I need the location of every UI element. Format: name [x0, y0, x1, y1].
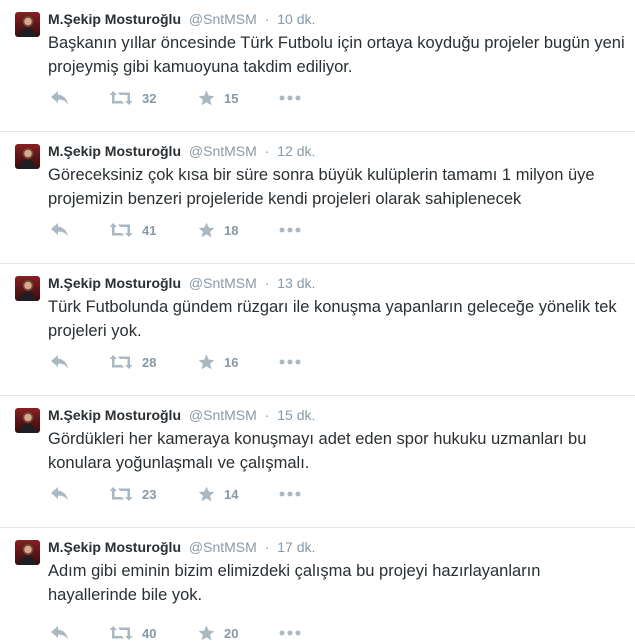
more-button[interactable] — [279, 220, 301, 240]
retweet-button[interactable]: 41 — [109, 220, 156, 240]
reply-button[interactable] — [50, 484, 70, 504]
tweet-item[interactable]: M.Şekip Mosturoğlu @SntMSM · 10 dk. Başk… — [0, 0, 635, 132]
more-icon — [279, 491, 301, 497]
tweet-actions: 41 18 — [48, 220, 608, 240]
favorite-count: 15 — [224, 90, 239, 106]
timestamp[interactable]: 17 dk. — [277, 539, 315, 555]
retweet-button[interactable]: 28 — [109, 352, 156, 372]
tweet-text: Türk Futbolunda gündem rüzgarı ile konuş… — [48, 298, 617, 340]
tweet-header: M.Şekip Mosturoğlu @SntMSM · 13 dk. — [48, 273, 315, 293]
tweet-item[interactable]: M.Şekip Mosturoğlu @SntMSM · 15 dk. Görd… — [0, 396, 635, 528]
tweet-timeline: M.Şekip Mosturoğlu @SntMSM · 10 dk. Başk… — [0, 0, 635, 643]
star-icon — [198, 90, 215, 106]
retweet-button[interactable]: 23 — [109, 484, 156, 504]
reply-icon — [51, 487, 68, 501]
star-icon — [198, 354, 215, 370]
avatar[interactable] — [15, 540, 40, 565]
favorite-button[interactable]: 14 — [198, 484, 238, 504]
star-icon — [198, 486, 215, 502]
tweet-item[interactable]: M.Şekip Mosturoğlu @SntMSM · 12 dk. Göre… — [0, 132, 635, 264]
retweet-icon — [109, 626, 133, 640]
retweet-icon — [109, 487, 133, 501]
retweet-count: 32 — [142, 90, 157, 106]
retweet-button[interactable]: 40 — [109, 623, 156, 643]
retweet-count: 28 — [142, 354, 157, 370]
fullname[interactable]: M.Şekip Mosturoğlu — [48, 539, 181, 555]
favorite-count: 16 — [224, 354, 239, 370]
tweet-actions: 28 16 — [48, 352, 608, 372]
avatar[interactable] — [15, 12, 40, 37]
separator: · — [264, 407, 270, 423]
fullname[interactable]: M.Şekip Mosturoğlu — [48, 407, 181, 423]
retweet-count: 40 — [142, 625, 157, 641]
more-icon — [279, 630, 301, 636]
more-icon — [279, 359, 301, 365]
tweet-text: Adım gibi eminin bizim elimizdeki çalışm… — [48, 562, 541, 604]
retweet-count: 41 — [142, 222, 157, 238]
retweet-count: 23 — [142, 486, 157, 502]
separator: · — [264, 539, 270, 555]
more-icon — [279, 227, 301, 233]
tweet-header: M.Şekip Mosturoğlu @SntMSM · 10 dk. — [48, 9, 315, 29]
retweet-button[interactable]: 32 — [109, 88, 156, 108]
more-icon — [279, 95, 301, 101]
retweet-icon — [109, 91, 133, 105]
tweet-text: Göreceksiniz çok kısa bir süre sonra büy… — [48, 166, 595, 208]
tweet-actions: 23 14 — [48, 484, 608, 504]
tweet-item[interactable]: M.Şekip Mosturoğlu @SntMSM · 13 dk. Türk… — [0, 264, 635, 396]
more-button[interactable] — [279, 623, 301, 643]
favorite-count: 18 — [224, 222, 239, 238]
reply-icon — [51, 223, 68, 237]
tweet-text: Gördükleri her kameraya konuşmayı adet e… — [48, 430, 587, 472]
avatar[interactable] — [15, 276, 40, 301]
retweet-icon — [109, 223, 133, 237]
reply-button[interactable] — [50, 88, 70, 108]
separator: · — [264, 143, 270, 159]
tweet-item[interactable]: M.Şekip Mosturoğlu @SntMSM · 17 dk. Adım… — [0, 528, 635, 643]
reply-button[interactable] — [50, 352, 70, 372]
more-button[interactable] — [279, 352, 301, 372]
timestamp[interactable]: 13 dk. — [277, 275, 315, 291]
star-icon — [198, 222, 215, 238]
favorite-count: 20 — [224, 625, 239, 641]
favorite-button[interactable]: 18 — [198, 220, 238, 240]
avatar[interactable] — [15, 408, 40, 433]
favorite-button[interactable]: 16 — [198, 352, 238, 372]
tweet-actions: 40 20 — [48, 623, 608, 643]
separator: · — [264, 275, 270, 291]
favorite-button[interactable]: 20 — [198, 623, 238, 643]
more-button[interactable] — [279, 88, 301, 108]
username[interactable]: @SntMSM — [189, 11, 257, 27]
timestamp[interactable]: 12 dk. — [277, 143, 315, 159]
star-icon — [198, 625, 215, 641]
favorite-count: 14 — [224, 486, 239, 502]
more-button[interactable] — [279, 484, 301, 504]
reply-icon — [51, 91, 68, 105]
fullname[interactable]: M.Şekip Mosturoğlu — [48, 275, 181, 291]
fullname[interactable]: M.Şekip Mosturoğlu — [48, 11, 181, 27]
timestamp[interactable]: 15 dk. — [277, 407, 315, 423]
fullname[interactable]: M.Şekip Mosturoğlu — [48, 143, 181, 159]
reply-icon — [51, 355, 68, 369]
tweet-header: M.Şekip Mosturoğlu @SntMSM · 15 dk. — [48, 405, 315, 425]
avatar[interactable] — [15, 144, 40, 169]
username[interactable]: @SntMSM — [189, 143, 257, 159]
username[interactable]: @SntMSM — [189, 407, 257, 423]
separator: · — [264, 11, 270, 27]
reply-icon — [51, 626, 68, 640]
tweet-header: M.Şekip Mosturoğlu @SntMSM · 12 dk. — [48, 141, 315, 161]
favorite-button[interactable]: 15 — [198, 88, 238, 108]
reply-button[interactable] — [50, 220, 70, 240]
tweet-header: M.Şekip Mosturoğlu @SntMSM · 17 dk. — [48, 537, 315, 557]
retweet-icon — [109, 355, 133, 369]
username[interactable]: @SntMSM — [189, 539, 257, 555]
timestamp[interactable]: 10 dk. — [277, 11, 315, 27]
tweet-text: Başkanın yıllar öncesinde Türk Futbolu i… — [48, 34, 625, 76]
reply-button[interactable] — [50, 623, 70, 643]
tweet-actions: 32 15 — [48, 88, 608, 108]
username[interactable]: @SntMSM — [189, 275, 257, 291]
